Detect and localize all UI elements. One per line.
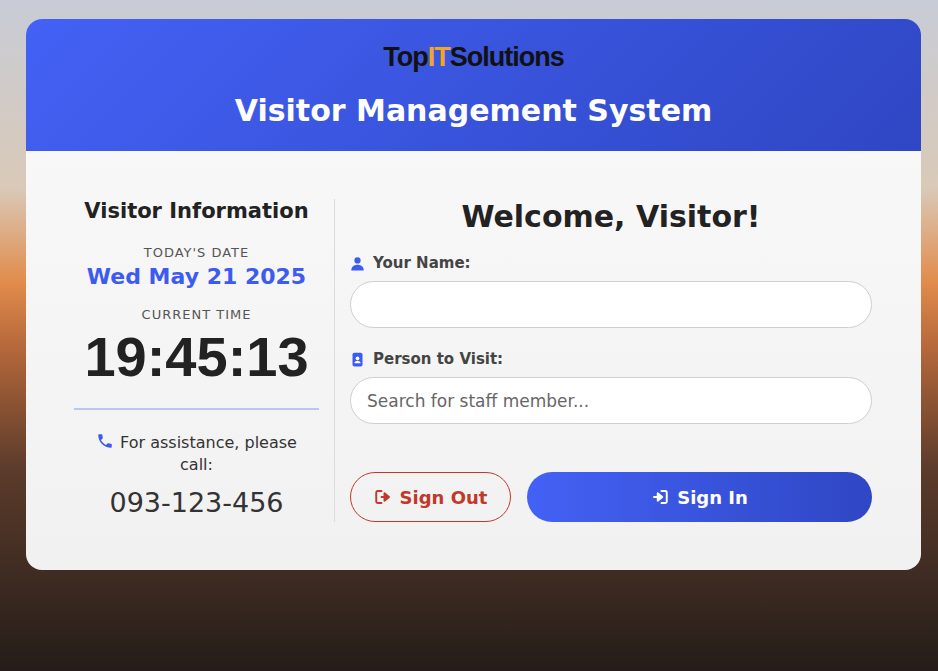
- header: TopITSolutions Visitor Management System: [26, 19, 921, 151]
- divider: [74, 408, 319, 410]
- app-title: Visitor Management System: [26, 93, 921, 129]
- time-value: 19:45:13: [74, 326, 319, 388]
- action-button[interactable]: Sign In: [527, 472, 872, 522]
- logo-part: Solutions: [450, 42, 564, 72]
- info-title: Visitor Information: [74, 199, 319, 223]
- assistance-text: For assistance, please call:: [74, 432, 319, 475]
- text-input[interactable]: [350, 281, 872, 328]
- visitor-card: TopITSolutions Visitor Management System V…: [26, 19, 921, 570]
- logo-part: Top: [383, 42, 427, 72]
- text-input[interactable]: [350, 377, 872, 424]
- contact-card-icon: [350, 352, 365, 367]
- date-value: Wed May 21 2025: [74, 264, 319, 289]
- logo: TopITSolutions: [26, 41, 921, 73]
- button-row: Sign Out Sign In: [350, 472, 872, 522]
- card-body: Visitor Information TODAY'S DATE Wed May 2…: [26, 151, 921, 570]
- date-label: TODAY'S DATE: [74, 245, 319, 260]
- time-label: CURRENT TIME: [74, 307, 319, 322]
- form-field: Your Name:: [350, 254, 872, 328]
- action-button[interactable]: Sign Out: [350, 472, 511, 522]
- field-label: Person to Visit:: [350, 350, 872, 368]
- phone-icon: [96, 432, 114, 450]
- form-field: Person to Visit:: [350, 350, 872, 424]
- visitor-info: Visitor Information TODAY'S DATE Wed May 2…: [74, 199, 335, 522]
- page: TopITSolutions Visitor Management System V…: [0, 0, 938, 671]
- welcome-title: Welcome, Visitor!: [350, 199, 872, 234]
- sign-out-icon: [374, 488, 392, 506]
- logo-part: IT: [428, 42, 450, 72]
- sign-form: Welcome, Visitor! Your Name: Person to Vis…: [335, 199, 872, 522]
- field-label: Your Name:: [350, 254, 872, 272]
- user-icon: [350, 256, 365, 271]
- phone-number: 093-123-456: [74, 487, 319, 518]
- sign-in-icon: [651, 488, 669, 506]
